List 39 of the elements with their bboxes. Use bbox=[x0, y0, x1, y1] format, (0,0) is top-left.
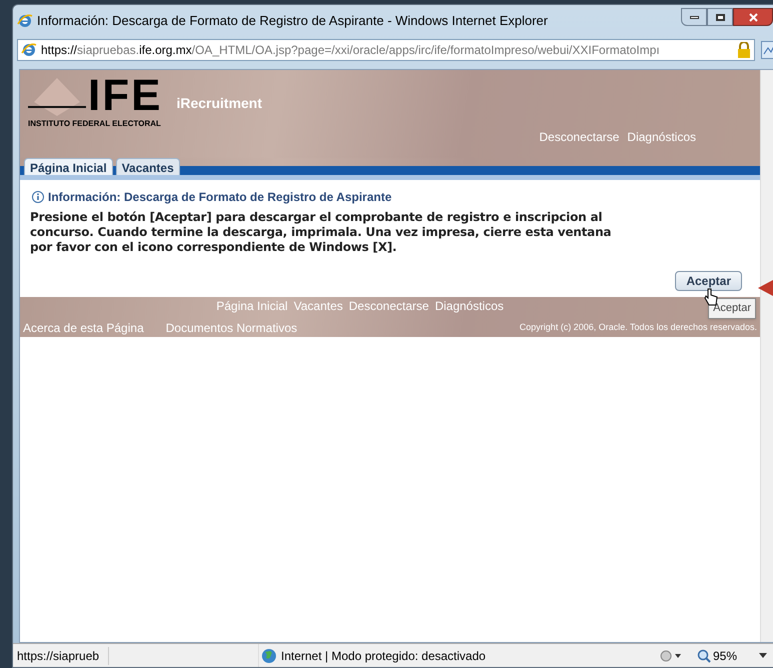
browser-logo-icon bbox=[17, 13, 33, 29]
address-field[interactable]: https://siapruebas.ife.org.mx/OA_HTML/OA.jsp?page=/xxi/oracle/apps/irc/ife/formatoImpreso/webui/XXIFormatoImpı bbox=[17, 39, 755, 61]
padlock-icon bbox=[737, 42, 751, 58]
header-link[interactable]: Diagnósticos bbox=[627, 128, 696, 146]
close-icon bbox=[748, 12, 758, 22]
footer-link[interactable]: Documentos Normativos bbox=[166, 319, 298, 337]
url-text: https://siapruebas.ife.org.mx/OA_HTML/OA.jsp?page=/xxi/oracle/apps/irc/ife/formatoImpreso/webui/XXIFormatoImpı bbox=[41, 42, 660, 59]
footer-link[interactable]: Acerca de esta Página bbox=[23, 319, 144, 337]
maximize-button[interactable] bbox=[707, 8, 733, 26]
logo-subtitle: INSTITUTO FEDERAL ELECTORAL bbox=[28, 118, 162, 130]
footer-link[interactable]: Diagnósticos bbox=[434, 297, 504, 315]
nav-tab[interactable]: Página Inicial bbox=[24, 158, 113, 175]
status-url: https://siaprueb bbox=[13, 646, 109, 664]
message-text: Presione el botón [Aceptar] para descargar el comprobante de registro e inscripcion al concurso. Cuando termine la descarga, imprimala. Una vez impresa, cierre esta ventana por favor con el icono correspondiente de Windows [X]. bbox=[30, 210, 612, 255]
status-zone: Internet | Modo protegido: desactivado bbox=[281, 648, 486, 664]
header-link[interactable]: Desconectarse bbox=[539, 128, 620, 146]
copyright-text: Copyright (c) 2006, Oracle. Todos los derechos reservados. bbox=[520, 321, 757, 334]
security-icon[interactable] bbox=[658, 648, 683, 662]
logo-text: IFE bbox=[88, 76, 162, 116]
message-title: Información: Descarga de Formato de Registro de Aspirante bbox=[48, 189, 392, 206]
globe-icon bbox=[261, 648, 277, 664]
nav-tab[interactable]: Vacantes bbox=[116, 158, 180, 175]
pointer-arrow-icon bbox=[758, 280, 773, 296]
zoom-level[interactable]: 95% bbox=[712, 646, 737, 664]
footer-link[interactable]: Página Inicial bbox=[216, 297, 288, 315]
app-name: iRecruitment bbox=[176, 94, 262, 113]
window-title: Información: Descarga de Formato de Registro de Aspirante - Windows Internet Explorer bbox=[37, 12, 548, 30]
minimize-button[interactable] bbox=[681, 8, 707, 26]
accept-button[interactable]: Aceptar bbox=[675, 271, 742, 291]
compatibility-icon[interactable] bbox=[761, 41, 773, 59]
logo-emblem-icon bbox=[28, 76, 86, 116]
browser-logo-icon bbox=[21, 42, 37, 58]
tooltip: Aceptar bbox=[708, 298, 756, 318]
close-button[interactable] bbox=[733, 8, 773, 26]
zoom-icon bbox=[696, 648, 711, 662]
dropdown-caret-icon[interactable] bbox=[759, 653, 767, 658]
info-icon bbox=[30, 191, 44, 203]
footer-link[interactable]: Desconectarse bbox=[348, 297, 429, 315]
footer-link[interactable]: Vacantes bbox=[294, 297, 343, 315]
